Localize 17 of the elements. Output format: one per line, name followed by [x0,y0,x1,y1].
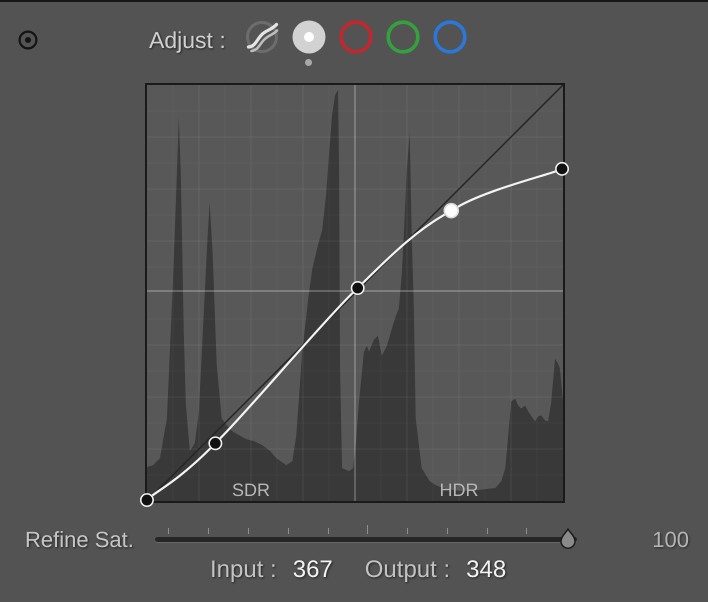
selection-dot-icon [305,59,312,66]
curve-graph[interactable]: SDR HDR [145,83,565,503]
input-label: Input : [210,557,277,583]
slider-thumb[interactable] [559,528,577,549]
slider-label: Refine Sat. [25,526,134,554]
channel-tab[interactable] [292,20,326,66]
output-value: 348 [466,557,506,583]
input-value: 367 [292,557,333,583]
output-label: Output : [364,557,450,583]
adjust-label: Adjust : [149,26,226,55]
region-label: SDR [232,480,270,500]
filled-circle-icon [292,20,326,54]
swirl-icon [244,20,279,54]
target-icon[interactable] [18,30,38,50]
slider-value: 100 [652,526,689,554]
slider-track[interactable] [155,525,577,549]
region-label: HDR [440,480,478,500]
